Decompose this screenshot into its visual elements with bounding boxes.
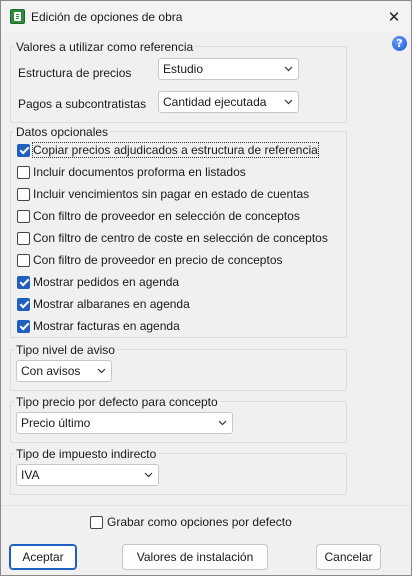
option-include-proforma[interactable]: Incluir documentos proforma en listados (17, 162, 246, 182)
close-icon[interactable]: ✕ (381, 5, 407, 29)
subcontractor-payments-label: Pagos a subcontratistas (18, 97, 147, 111)
cancel-button[interactable]: Cancelar (316, 544, 381, 570)
window-title: Edición de opciones de obra (31, 10, 183, 24)
option-show-orders[interactable]: Mostrar pedidos en agenda (17, 272, 179, 292)
alert-level-value: Con avisos (21, 364, 81, 378)
checkbox[interactable] (17, 275, 30, 289)
reference-group-title: Valores a utilizar como referencia (14, 40, 196, 54)
price-structure-label: Estructura de precios (18, 66, 132, 80)
default-price-group-title: Tipo precio por defecto para concepto (14, 395, 220, 409)
chevron-down-icon (97, 366, 106, 374)
save-as-default-label: Grabar como opciones por defecto (107, 515, 292, 529)
checkbox[interactable] (17, 143, 30, 157)
subcontractor-payments-select[interactable]: Cantidad ejecutada (158, 91, 299, 113)
accept-button[interactable]: Aceptar (9, 544, 77, 570)
checkbox[interactable] (90, 515, 103, 529)
default-price-select[interactable]: Precio último (16, 412, 233, 434)
option-show-invoices[interactable]: Mostrar facturas en agenda (17, 316, 180, 336)
option-cost-center-filter[interactable]: Con filtro de centro de coste en selecci… (17, 228, 328, 248)
help-icon[interactable]: ? (392, 36, 407, 51)
spreadsheet-app-icon (10, 9, 25, 24)
title-bar[interactable]: Edición de opciones de obra ✕ (1, 1, 411, 33)
alert-level-select[interactable]: Con avisos (16, 360, 112, 382)
optional-group-title: Datos opcionales (14, 125, 111, 139)
option-supplier-filter-concepts[interactable]: Con filtro de proveedor en selección de … (17, 206, 300, 226)
option-label: Mostrar pedidos en agenda (33, 275, 180, 289)
dialog-footer: Grabar como opciones por defecto Aceptar… (2, 505, 410, 575)
option-label: Con filtro de proveedor en precio de con… (33, 253, 283, 267)
option-supplier-filter-price[interactable]: Con filtro de proveedor en precio de con… (17, 250, 283, 270)
save-as-default-option[interactable]: Grabar como opciones por defecto (90, 512, 292, 532)
chevron-down-icon (218, 418, 227, 426)
checkbox[interactable] (17, 319, 30, 333)
checkbox[interactable] (17, 231, 30, 245)
option-copy-awarded-prices[interactable]: Copiar precios adjudicados a estructura … (17, 140, 319, 160)
indirect-tax-group-title: Tipo de impuesto indirecto (14, 447, 159, 461)
option-label: Incluir documentos proforma en listados (33, 165, 246, 179)
checkbox[interactable] (17, 187, 30, 201)
checkbox[interactable] (17, 165, 30, 179)
option-label: Con filtro de proveedor en selección de … (33, 209, 300, 223)
indirect-tax-value: IVA (21, 468, 40, 482)
chevron-down-icon (284, 97, 293, 105)
indirect-tax-select[interactable]: IVA (16, 464, 159, 486)
option-label: Copiar precios adjudicados a estructura … (32, 142, 319, 158)
installation-values-button[interactable]: Valores de instalación (122, 544, 268, 570)
option-include-unpaid-due[interactable]: Incluir vencimientos sin pagar en estado… (17, 184, 309, 204)
chevron-down-icon (144, 470, 153, 478)
option-label: Mostrar albaranes en agenda (33, 297, 190, 311)
price-structure-value: Estudio (163, 62, 204, 76)
alert-level-group-title: Tipo nivel de aviso (14, 343, 117, 357)
chevron-down-icon (284, 64, 293, 72)
dialog-window: Edición de opciones de obra ✕ ? Valores … (0, 0, 412, 576)
checkbox[interactable] (17, 209, 30, 223)
option-show-delivery-notes[interactable]: Mostrar albaranes en agenda (17, 294, 190, 314)
price-structure-select[interactable]: Estudio (158, 58, 299, 80)
option-label: Mostrar facturas en agenda (33, 319, 180, 333)
checkbox[interactable] (17, 297, 30, 311)
option-label: Incluir vencimientos sin pagar en estado… (33, 187, 310, 201)
subcontractor-payments-value: Cantidad ejecutada (163, 95, 267, 109)
checkbox[interactable] (17, 253, 30, 267)
option-label: Con filtro de centro de coste en selecci… (33, 231, 328, 245)
default-price-value: Precio último (21, 416, 91, 430)
